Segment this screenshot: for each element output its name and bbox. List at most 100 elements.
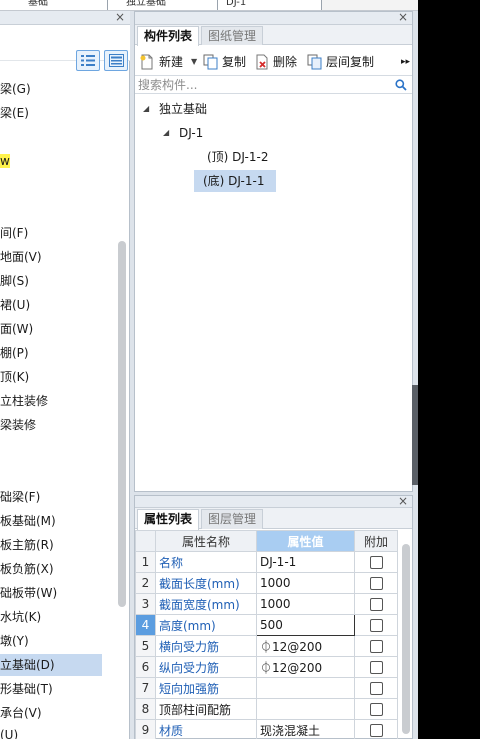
list-item[interactable]: 梁装修 — [0, 414, 102, 436]
row-number: 9 — [135, 719, 156, 739]
extra-checkbox[interactable] — [369, 556, 383, 569]
list-item[interactable]: 承台(V) — [0, 702, 102, 724]
delete-button[interactable]: 删除 — [254, 53, 302, 71]
search-icon[interactable] — [395, 79, 407, 91]
floor-copy-icon — [307, 54, 322, 70]
extra-cell — [354, 593, 398, 615]
list-item[interactable]: 梁(G) — [0, 78, 102, 100]
table-row: 6 纵向受力筋 ⏀12@200 — [135, 656, 398, 678]
extra-checkbox[interactable] — [369, 661, 383, 674]
delete-icon — [256, 54, 268, 70]
row-number: 8 — [135, 698, 156, 720]
tab-property-list[interactable]: 属性列表 — [137, 509, 200, 530]
list-item[interactable]: 形基础(T) — [0, 678, 102, 700]
chevron-down-icon[interactable]: ▼ — [191, 53, 197, 71]
extra-checkbox[interactable] — [369, 577, 383, 590]
property-value[interactable]: ⏀12@200 — [256, 635, 355, 657]
splitter-handle[interactable] — [412, 385, 418, 485]
list-item[interactable]: (U) — [0, 724, 102, 739]
column-header-extra: 附加 — [354, 530, 398, 552]
extra-cell — [354, 719, 398, 739]
search-input[interactable] — [138, 77, 388, 92]
property-value[interactable]: 1000 — [256, 572, 355, 594]
property-value[interactable]: DJ-1-1 — [256, 551, 355, 573]
search-bar — [135, 75, 412, 94]
top-cell-category[interactable]: 基础 — [0, 0, 108, 10]
copy-button[interactable]: 复制 — [203, 53, 249, 71]
property-tabs: 属性列表 图层管理 — [135, 508, 412, 530]
close-icon[interactable]: × — [398, 10, 408, 24]
list-item[interactable]: 础梁(F) — [0, 486, 102, 508]
collapse-icon[interactable]: ◢ — [163, 123, 169, 143]
list-item[interactable]: 板主筋(R) — [0, 534, 102, 556]
more-tools-icon[interactable]: ▸▸ — [401, 53, 411, 71]
new-button[interactable]: 新建 ▼ — [139, 53, 199, 71]
copy-icon — [203, 54, 218, 70]
list-item[interactable]: 脚(S) — [0, 270, 102, 292]
extra-checkbox[interactable] — [369, 703, 383, 716]
list-item[interactable]: 板基础(M) — [0, 510, 102, 532]
extra-checkbox[interactable] — [369, 724, 383, 737]
row-number: 3 — [135, 593, 156, 615]
extra-checkbox[interactable] — [369, 598, 383, 611]
component-toolbar: 新建 ▼ 复制 删除 层间复制 ▸▸ — [135, 50, 412, 72]
list-item-selected[interactable]: 立基础(D) — [0, 654, 102, 676]
property-value[interactable] — [256, 698, 355, 720]
extra-checkbox[interactable] — [369, 640, 383, 653]
collapse-icon[interactable]: ◢ — [143, 99, 149, 119]
table-row-active: 4 高度(mm) 500 — [135, 614, 398, 636]
list-item[interactable]: w — [0, 150, 102, 172]
table-row: 3 截面宽度(mm) 1000 — [135, 593, 398, 615]
list-item[interactable]: 棚(P) — [0, 342, 102, 364]
component-list-panel: × 构件列表 图纸管理 新建 ▼ 复制 删除 层间复制 ▸▸ 搜索构件... ◢… — [134, 10, 413, 492]
list-item[interactable]: 立柱装修 — [0, 390, 102, 412]
list-item[interactable]: 础板带(W) — [0, 582, 102, 604]
tree-leaf-selected[interactable]: (底) DJ-1-1 — [194, 170, 276, 192]
list-item[interactable]: 间(F) — [0, 222, 102, 244]
list-item[interactable]: 顶(K) — [0, 366, 102, 388]
extra-cell — [354, 656, 398, 678]
scrollbar[interactable] — [118, 241, 126, 607]
property-value[interactable]: 1000 — [256, 593, 355, 615]
property-name: 顶部柱间配筋 — [155, 698, 257, 720]
property-name: 材质 — [155, 719, 257, 739]
extra-checkbox[interactable] — [369, 682, 383, 695]
extra-checkbox[interactable] — [369, 619, 383, 632]
floor-copy-button[interactable]: 层间复制 — [307, 53, 379, 71]
scrollbar[interactable] — [402, 544, 410, 734]
drawing-canvas[interactable] — [418, 0, 480, 739]
extra-cell — [354, 698, 398, 720]
panel-header: × — [135, 494, 412, 508]
close-icon[interactable]: × — [398, 494, 408, 508]
grid-corner — [135, 530, 156, 552]
column-header-value: 属性值 — [256, 530, 355, 552]
list-view-icon[interactable] — [76, 50, 100, 71]
list-item[interactable]: 墩(Y) — [0, 630, 102, 652]
tab-drawing-management[interactable]: 图纸管理 — [201, 26, 264, 45]
top-strip: 基础 独立基础 DJ-1 — [0, 0, 418, 11]
tile-view-icon[interactable] — [104, 50, 128, 71]
top-cell-type[interactable]: 独立基础 — [108, 0, 218, 10]
table-row: 1 名称 DJ-1-1 — [135, 551, 398, 573]
extra-cell — [354, 635, 398, 657]
list-item[interactable]: 面(W) — [0, 318, 102, 340]
row-number: 6 — [135, 656, 156, 678]
property-name: 高度(mm) — [155, 614, 257, 636]
list-item[interactable]: 地面(V) — [0, 246, 102, 268]
table-row: 2 截面长度(mm) 1000 — [135, 572, 398, 594]
list-item[interactable]: 板负筋(X) — [0, 558, 102, 580]
top-cell-component[interactable]: DJ-1 — [218, 0, 322, 10]
property-value[interactable] — [256, 677, 355, 699]
list-item[interactable]: 水坑(K) — [0, 606, 102, 628]
property-value[interactable]: ⏀12@200 — [256, 656, 355, 678]
tree-leaf[interactable]: (顶) DJ-1-2 — [203, 147, 272, 167]
table-row: 7 短向加强筋 — [135, 677, 398, 699]
extra-cell — [354, 677, 398, 699]
close-icon[interactable]: × — [115, 10, 125, 24]
list-item[interactable]: 裙(U) — [0, 294, 102, 316]
property-value-editor[interactable]: 500 — [256, 614, 355, 636]
property-value[interactable]: 现浇混凝土 — [256, 719, 355, 739]
tab-layer-management[interactable]: 图层管理 — [201, 509, 264, 529]
list-item[interactable]: 梁(E) — [0, 102, 102, 124]
tab-component-list[interactable]: 构件列表 — [137, 26, 200, 46]
